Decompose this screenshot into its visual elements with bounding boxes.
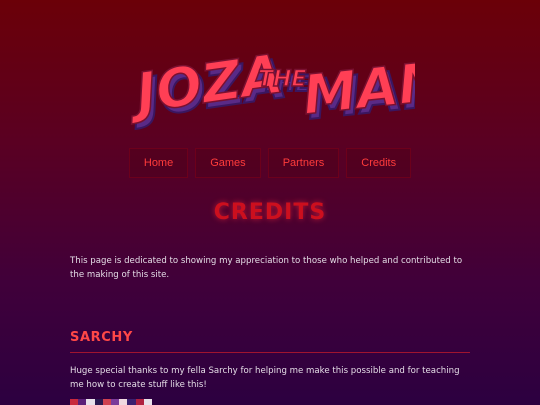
main-nav: Home Games Partners Credits: [0, 148, 540, 178]
nav-credits-link[interactable]: Credits: [346, 148, 412, 178]
logo-part-2: THE: [258, 67, 306, 92]
section-divider: [70, 352, 470, 353]
section-text-sarchy: Huge special thanks to my fella Sarchy f…: [70, 366, 460, 390]
logo-part-3: MAN: [300, 50, 415, 127]
nav-games-link[interactable]: Games: [195, 148, 261, 178]
site-logo[interactable]: JOZA THE MAN JOZA THE MAN: [0, 34, 540, 139]
intro-paragraph: This page is dedicated to showing my app…: [70, 256, 463, 280]
sarchy-artwork-image: [70, 399, 153, 405]
section-title-sarchy: SARCHY: [70, 330, 133, 345]
logo-graphic: JOZA THE MAN JOZA THE MAN: [125, 41, 415, 133]
nav-partners-link[interactable]: Partners: [267, 148, 340, 178]
page-title: CREDITS: [213, 200, 327, 225]
nav-home-link[interactable]: Home: [128, 148, 189, 178]
